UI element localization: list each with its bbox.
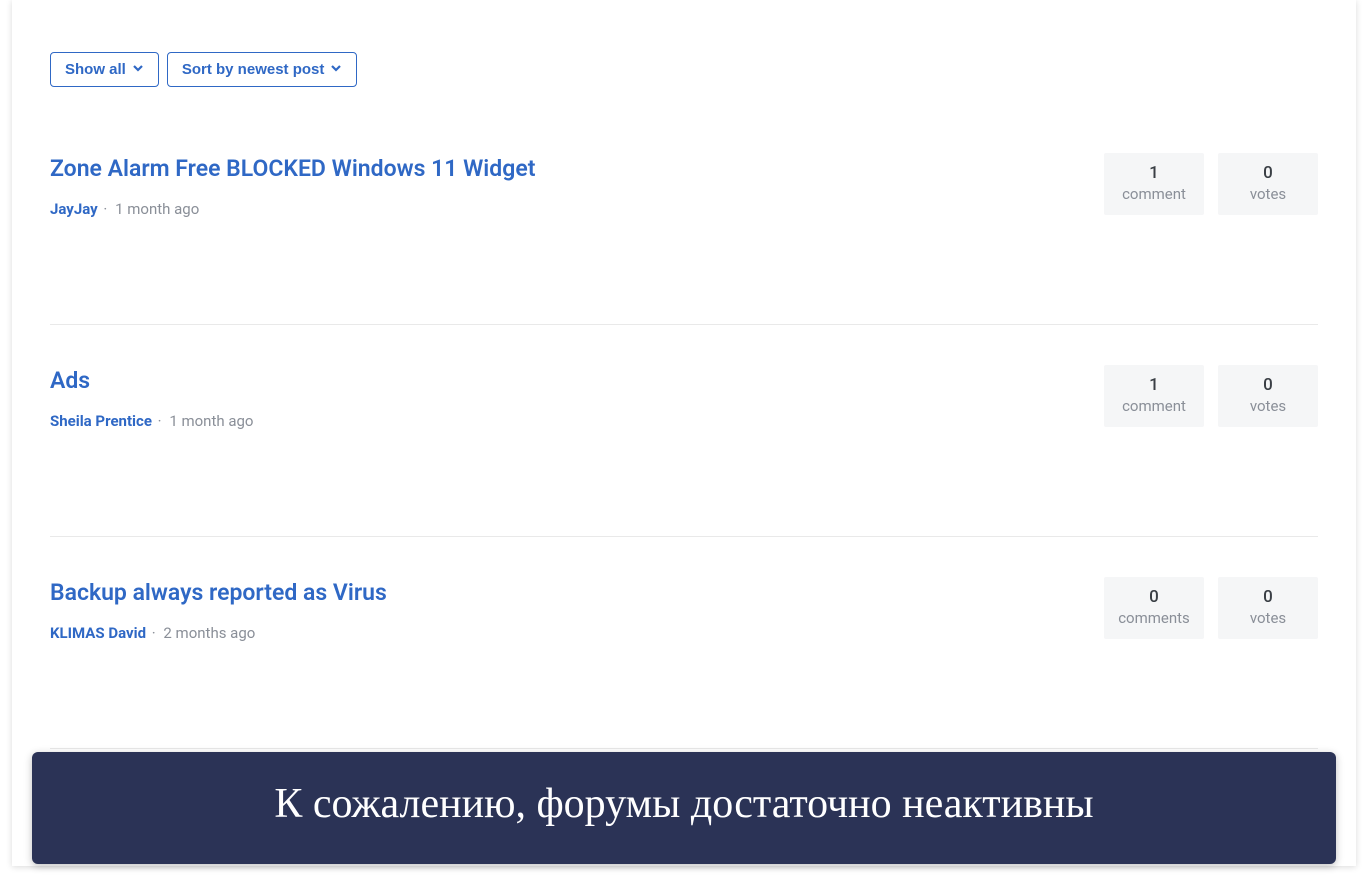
- chevron-down-icon: [330, 61, 342, 78]
- filter-sort-label: Sort by newest post: [182, 61, 325, 78]
- comments-label: comment: [1108, 185, 1200, 203]
- votes-stat: 0 votes: [1218, 365, 1318, 427]
- meta-separator: ·: [154, 412, 165, 430]
- post-time: 1 month ago: [115, 200, 199, 218]
- comments-count: 0: [1108, 587, 1200, 607]
- post-item: Zone Alarm Free BLOCKED Windows 11 Widge…: [50, 153, 1318, 325]
- forum-panel: Show all Sort by newest post Zone Alarm …: [12, 0, 1356, 866]
- votes-stat: 0 votes: [1218, 153, 1318, 215]
- post-item: Backup always reported as Virus KLIMAS D…: [50, 577, 1318, 749]
- votes-count: 0: [1222, 375, 1314, 395]
- post-title-link[interactable]: Backup always reported as Virus: [50, 577, 387, 608]
- chevron-down-icon: [132, 61, 144, 78]
- post-time: 2 months ago: [163, 624, 255, 642]
- comments-label: comments: [1108, 609, 1200, 627]
- post-title-link[interactable]: Zone Alarm Free BLOCKED Windows 11 Widge…: [50, 153, 535, 184]
- overlay-banner: К сожалению, форумы достаточно неактивны: [32, 752, 1336, 864]
- comments-stat: 0 comments: [1104, 577, 1204, 639]
- votes-count: 0: [1222, 587, 1314, 607]
- comments-stat: 1 comment: [1104, 153, 1204, 215]
- filter-show-all-label: Show all: [65, 61, 126, 78]
- votes-count: 0: [1222, 163, 1314, 183]
- post-time: 1 month ago: [169, 412, 253, 430]
- votes-label: votes: [1222, 185, 1314, 203]
- post-author-link[interactable]: KLIMAS David: [50, 624, 146, 642]
- comments-stat: 1 comment: [1104, 365, 1204, 427]
- post-item: Ads Sheila Prentice · 1 month ago 1 comm…: [50, 365, 1318, 537]
- post-author-link[interactable]: Sheila Prentice: [50, 412, 152, 430]
- comments-label: comment: [1108, 397, 1200, 415]
- filter-bar: Show all Sort by newest post: [50, 52, 1318, 87]
- filter-show-all[interactable]: Show all: [50, 52, 159, 87]
- votes-label: votes: [1222, 397, 1314, 415]
- filter-sort[interactable]: Sort by newest post: [167, 52, 358, 87]
- comments-count: 1: [1108, 375, 1200, 395]
- comments-count: 1: [1108, 163, 1200, 183]
- meta-separator: ·: [148, 624, 159, 642]
- votes-label: votes: [1222, 609, 1314, 627]
- meta-separator: ·: [100, 200, 111, 218]
- post-author-link[interactable]: JayJay: [50, 200, 98, 218]
- post-title-link[interactable]: Ads: [50, 365, 253, 396]
- votes-stat: 0 votes: [1218, 577, 1318, 639]
